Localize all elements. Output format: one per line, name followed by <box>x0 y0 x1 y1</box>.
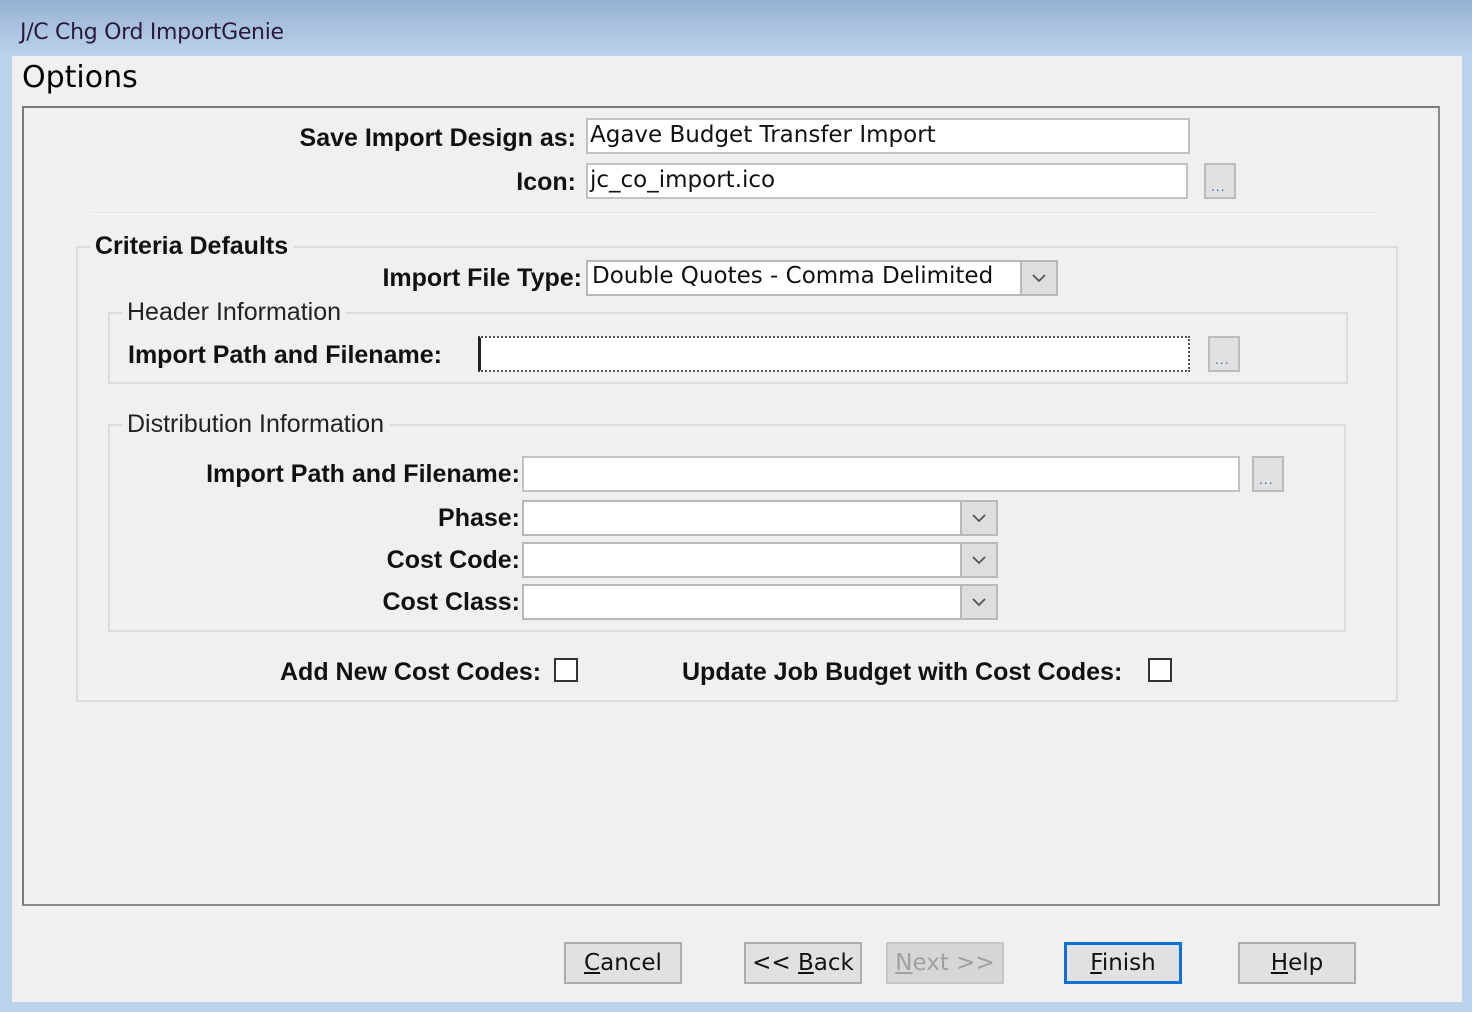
back-prefix: << <box>752 950 798 976</box>
dialog-client-area: Options Save Import Design as: Agave Bud… <box>12 56 1462 1002</box>
chevron-down-icon <box>972 514 986 523</box>
icon-browse-button[interactable]: ... <box>1204 163 1236 199</box>
criteria-defaults-title: Criteria Defaults <box>90 232 294 261</box>
add-new-cost-codes-checkbox[interactable] <box>554 658 578 682</box>
cost-code-dropdown-button[interactable] <box>960 544 996 576</box>
next-button[interactable]: Next >> <box>886 942 1004 984</box>
save-design-input[interactable]: Agave Budget Transfer Import <box>586 118 1190 154</box>
cost-class-select[interactable] <box>522 584 998 620</box>
cancel-button[interactable]: Cancel <box>564 942 682 984</box>
page-title: Options <box>22 60 138 95</box>
update-budget-label: Update Job Budget with Cost Codes: <box>682 658 1123 686</box>
cost-class-dropdown-button[interactable] <box>960 586 996 618</box>
distribution-path-input[interactable] <box>522 456 1240 492</box>
file-type-label: Import File Type: <box>382 264 582 292</box>
finish-mnemonic: F <box>1090 950 1102 976</box>
chevron-down-icon <box>1032 274 1046 283</box>
header-path-label: Import Path and Filename: <box>128 341 442 369</box>
icon-label: Icon: <box>516 168 576 196</box>
window-title: J/C Chg Ord ImportGenie <box>20 20 284 45</box>
header-path-browse-button[interactable]: ... <box>1208 336 1240 372</box>
distribution-information-title: Distribution Information <box>122 410 390 439</box>
file-type-select[interactable]: Double Quotes - Comma Delimited <box>586 260 1058 296</box>
back-label: ack <box>813 950 854 976</box>
distribution-path-label: Import Path and Filename: <box>206 460 520 488</box>
next-label: ext >> <box>912 950 995 976</box>
update-budget-checkbox[interactable] <box>1148 658 1172 682</box>
cancel-mnemonic: C <box>584 950 601 976</box>
add-new-cost-codes-label: Add New Cost Codes: <box>280 658 542 686</box>
header-path-input[interactable] <box>478 336 1190 372</box>
options-panel: Save Import Design as: Agave Budget Tran… <box>22 106 1440 906</box>
back-button[interactable]: << Back <box>744 942 862 984</box>
phase-select[interactable] <box>522 500 998 536</box>
file-type-value: Double Quotes - Comma Delimited <box>592 263 994 289</box>
phase-dropdown-button[interactable] <box>960 502 996 534</box>
back-mnemonic: B <box>798 950 814 976</box>
cost-code-label: Cost Code: <box>386 546 520 574</box>
help-button[interactable]: Help <box>1238 942 1356 984</box>
ellipsis-icon: ... <box>1259 471 1274 487</box>
cancel-label: ancel <box>600 950 662 976</box>
chevron-down-icon <box>972 556 986 565</box>
next-mnemonic: N <box>895 950 913 976</box>
ellipsis-icon: ... <box>1211 178 1226 194</box>
help-mnemonic: H <box>1270 950 1289 976</box>
finish-label: inish <box>1101 950 1156 976</box>
chevron-down-icon <box>972 598 986 607</box>
help-label: elp <box>1288 950 1324 976</box>
header-information-title: Header Information <box>122 298 347 327</box>
phase-label: Phase: <box>438 504 520 532</box>
divider <box>92 212 1376 214</box>
cost-code-select[interactable] <box>522 542 998 578</box>
file-type-dropdown-button[interactable] <box>1020 262 1056 294</box>
save-design-label: Save Import Design as: <box>299 124 576 152</box>
cost-class-label: Cost Class: <box>382 588 520 616</box>
ellipsis-icon: ... <box>1215 351 1230 367</box>
icon-input[interactable]: jc_co_import.ico <box>586 163 1188 199</box>
distribution-path-browse-button[interactable]: ... <box>1252 456 1284 492</box>
finish-button[interactable]: Finish <box>1064 942 1182 984</box>
